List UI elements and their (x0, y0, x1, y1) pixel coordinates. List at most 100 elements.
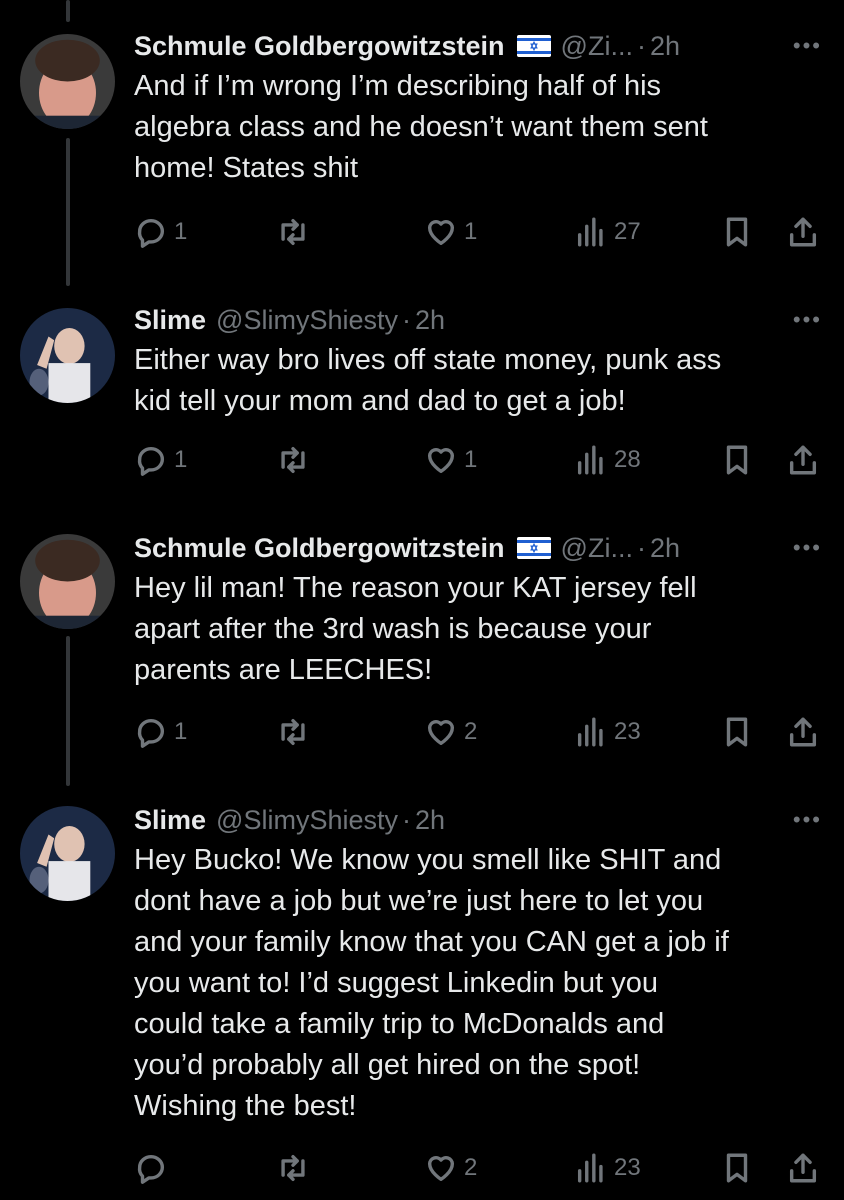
reply-button[interactable]: 1 (134, 715, 187, 749)
views-icon (577, 717, 603, 747)
reply-count: 1 (174, 218, 188, 245)
heart-icon (427, 1156, 455, 1182)
heart-icon (427, 220, 455, 246)
views-icon (577, 217, 603, 247)
tweet-text: Hey Bucko! We know you smell like SHIT a… (134, 844, 729, 1122)
reply-icon (137, 1155, 164, 1184)
tweet[interactable]: Slime @SlimyShiesty · 2h ••• Hey Bucko! … (0, 790, 844, 1200)
share-button[interactable] (786, 443, 820, 477)
share-icon (789, 1153, 817, 1183)
separator-dot: · (636, 30, 646, 61)
reply-icon (137, 219, 164, 248)
israel-flag-icon (516, 537, 551, 559)
reply-button[interactable] (134, 1151, 174, 1185)
tweet-header: Schmule Goldbergowitzstein @Zi... · 2h •… (134, 528, 822, 568)
heart-icon (427, 720, 455, 746)
timestamp[interactable]: 2h (650, 533, 680, 564)
user-handle[interactable]: @Zi... (561, 31, 633, 62)
share-icon (789, 717, 817, 747)
views-icon (577, 445, 603, 475)
timestamp[interactable]: 2h (650, 31, 680, 62)
view-count: 23 (614, 1154, 641, 1181)
like-button[interactable]: 1 (424, 443, 477, 477)
like-button[interactable]: 2 (424, 1151, 477, 1185)
view-count: 23 (614, 718, 641, 745)
tweet-text: Either way bro lives off state money, pu… (134, 344, 722, 417)
avatar[interactable] (20, 534, 115, 629)
avatar[interactable] (20, 806, 115, 901)
bookmark-icon (726, 1153, 748, 1183)
reply-count: 1 (174, 446, 188, 473)
user-handle[interactable]: @SlimyShiesty (216, 805, 398, 836)
user-handle[interactable]: @Zi... (561, 533, 633, 564)
like-button[interactable]: 2 (424, 715, 477, 749)
retweet-button[interactable] (276, 715, 310, 749)
like-count: 2 (464, 718, 478, 745)
like-count: 2 (464, 1154, 478, 1181)
avatar[interactable] (20, 34, 115, 129)
more-options-icon[interactable]: ••• (793, 307, 822, 333)
tweet-actions: 1 2 23 (134, 710, 822, 754)
display-name[interactable]: Schmule Goldbergowitzstein (134, 533, 505, 564)
views-icon (577, 1153, 603, 1183)
view-count: 28 (614, 446, 641, 473)
display-name[interactable]: Slime (134, 305, 206, 336)
share-button[interactable] (786, 215, 820, 249)
retweet-icon (281, 446, 305, 474)
more-options-icon[interactable]: ••• (793, 535, 822, 561)
views-button[interactable]: 23 (574, 715, 641, 749)
share-icon (789, 217, 817, 247)
retweet-icon (281, 218, 305, 246)
bookmark-icon (726, 445, 748, 475)
tweet[interactable]: Slime @SlimyShiesty · 2h ••• Either way … (0, 290, 844, 528)
avatar[interactable] (20, 308, 115, 403)
heart-icon (427, 448, 455, 474)
reply-count: 1 (174, 718, 188, 745)
bookmark-icon (726, 717, 748, 747)
retweet-button[interactable] (276, 215, 310, 249)
views-button[interactable]: 28 (574, 443, 641, 477)
tweet-header: Slime @SlimyShiesty · 2h ••• (134, 800, 822, 840)
tweet-text: And if I’m wrong I’m describing half of … (134, 70, 708, 184)
retweet-button[interactable] (276, 1151, 310, 1185)
reply-button[interactable]: 1 (134, 443, 187, 477)
reply-icon (137, 447, 164, 476)
israel-flag-icon (516, 35, 551, 57)
tweet-actions: 1 1 27 (134, 210, 822, 254)
more-options-icon[interactable]: ••• (793, 33, 822, 59)
tweet-header: Slime @SlimyShiesty · 2h ••• (134, 300, 822, 340)
tweet-text: Hey lil man! The reason your KAT jersey … (134, 572, 697, 686)
share-button[interactable] (786, 1151, 820, 1185)
like-button[interactable]: 1 (424, 215, 477, 249)
reply-button[interactable]: 1 (134, 215, 187, 249)
bookmark-button[interactable] (720, 715, 754, 749)
retweet-button[interactable] (276, 443, 310, 477)
separator-dot: · (636, 532, 646, 563)
timestamp[interactable]: 2h (415, 805, 445, 836)
tweet-actions: 2 23 (134, 1146, 822, 1190)
display-name[interactable]: Slime (134, 805, 206, 836)
separator-dot: · (402, 804, 411, 835)
timestamp[interactable]: 2h (415, 305, 445, 336)
bookmark-icon (726, 217, 748, 247)
retweet-icon (281, 1154, 305, 1182)
user-handle[interactable]: @SlimyShiesty (216, 305, 398, 336)
views-button[interactable]: 23 (574, 1151, 641, 1185)
tweet[interactable]: Schmule Goldbergowitzstein @Zi... · 2h •… (0, 528, 844, 790)
bookmark-button[interactable] (720, 443, 754, 477)
bookmark-button[interactable] (720, 1151, 754, 1185)
tweet[interactable]: Schmule Goldbergowitzstein @Zi... · 2h •… (0, 0, 844, 290)
tweet-header: Schmule Goldbergowitzstein @Zi... · 2h •… (134, 26, 822, 66)
bookmark-button[interactable] (720, 215, 754, 249)
like-count: 1 (464, 446, 478, 473)
reply-icon (137, 719, 164, 748)
like-count: 1 (464, 218, 478, 245)
share-button[interactable] (786, 715, 820, 749)
view-count: 27 (614, 218, 641, 245)
separator-dot: · (402, 304, 411, 335)
more-options-icon[interactable]: ••• (793, 807, 822, 833)
share-icon (789, 445, 817, 475)
display-name[interactable]: Schmule Goldbergowitzstein (134, 31, 505, 62)
views-button[interactable]: 27 (574, 215, 641, 249)
tweet-actions: 1 1 28 (134, 438, 822, 482)
